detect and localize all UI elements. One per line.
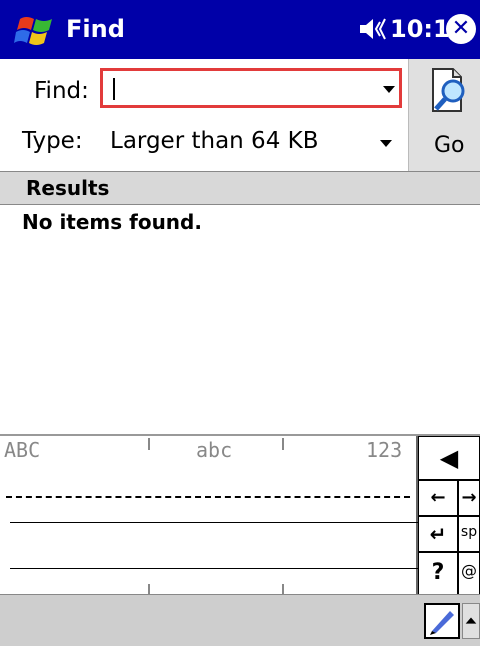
divider xyxy=(148,438,150,450)
space-key[interactable]: sp xyxy=(458,516,480,552)
keypad: ◀ ← → ↵ sp ? @ xyxy=(418,436,480,596)
close-icon[interactable]: ✕ xyxy=(446,14,476,44)
chevron-down-icon[interactable] xyxy=(383,86,395,93)
speaker-icon[interactable] xyxy=(358,16,388,42)
find-input[interactable] xyxy=(100,68,402,108)
baseline-guide xyxy=(6,496,410,498)
question-key[interactable]: ? xyxy=(418,552,458,596)
guide-line xyxy=(10,522,418,523)
document-magnifier-icon xyxy=(432,68,465,112)
empty-results-message: No items found. xyxy=(22,210,202,234)
go-label: Go xyxy=(434,133,465,158)
chevron-down-icon[interactable] xyxy=(380,140,392,147)
app-title: Find xyxy=(66,15,125,43)
windows-flag-icon[interactable] xyxy=(14,11,56,49)
writing-area[interactable]: ABC abc 123 xyxy=(0,436,418,596)
enter-icon[interactable]: ↵ xyxy=(418,516,458,552)
at-key[interactable]: @ xyxy=(458,552,480,596)
type-select[interactable]: Larger than 64 KB xyxy=(110,128,319,154)
pen-icon[interactable] xyxy=(424,603,460,639)
mode-lowercase[interactable]: abc xyxy=(196,438,232,462)
find-label: Find: xyxy=(34,78,89,104)
results-header-label: Results xyxy=(26,176,110,200)
divider xyxy=(282,438,284,450)
backspace-arrow-icon[interactable]: ◀ xyxy=(418,436,480,480)
guide-line xyxy=(10,568,418,569)
menu-bar xyxy=(0,594,480,646)
right-arrow-icon[interactable]: → xyxy=(458,480,480,516)
up-arrow-icon[interactable] xyxy=(462,603,480,639)
pen-icon xyxy=(430,611,454,635)
input-panel: ABC abc 123 ◀ ← → ↵ sp ? @ xyxy=(0,434,480,596)
mode-uppercase[interactable]: ABC xyxy=(4,438,40,462)
go-button[interactable]: Go xyxy=(408,59,480,171)
left-arrow-icon[interactable]: ← xyxy=(418,480,458,516)
type-label: Type: xyxy=(22,128,83,154)
title-bar: Find 10:19 ✕ xyxy=(0,0,480,59)
text-caret xyxy=(113,78,115,100)
mode-numbers[interactable]: 123 xyxy=(366,438,402,462)
results-header: Results xyxy=(0,171,480,205)
